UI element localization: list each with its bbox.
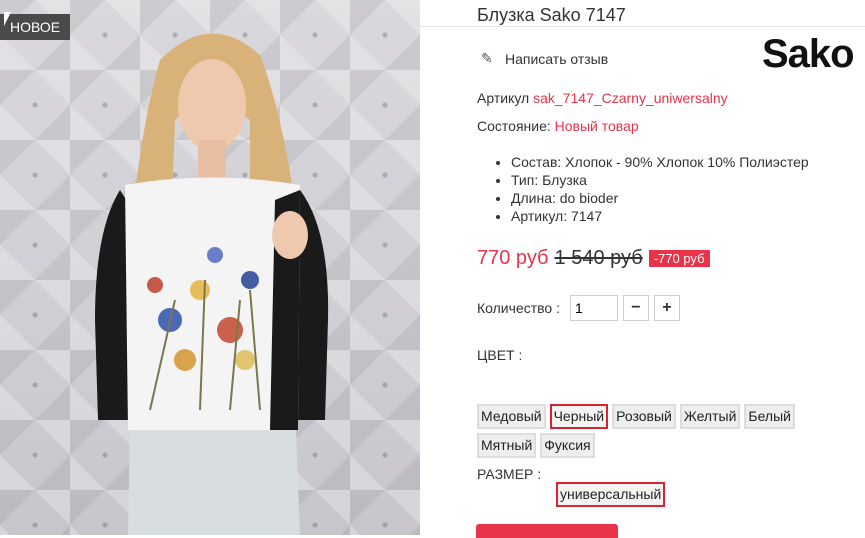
quantity-input[interactable]: [569, 295, 618, 321]
article-value: sak_7147_Czarny_uniwersalny: [533, 90, 728, 106]
color-option-medovyi[interactable]: Медовый: [477, 404, 546, 429]
write-review-link[interactable]: ✎ Написать отзыв: [481, 50, 608, 67]
model-illustration: [95, 33, 329, 535]
pencil-icon: ✎: [481, 50, 493, 66]
mouse-cursor-icon: [4, 12, 11, 26]
color-label: ЦВЕТ :: [477, 347, 523, 363]
spec-item: Артикул: 7147: [511, 207, 809, 225]
condition-value: Новый товар: [554, 118, 639, 134]
minus-icon: −: [631, 299, 641, 316]
quantity-minus-button[interactable]: −: [622, 295, 649, 321]
product-photo[interactable]: НОВОЕ: [0, 0, 420, 535]
article-row: Артикул sak_7147_Czarny_uniwersalny: [477, 90, 728, 106]
add-to-cart-button[interactable]: [476, 524, 618, 538]
color-option-fuksiya[interactable]: Фуксия: [540, 433, 595, 458]
article-label: Артикул: [477, 90, 530, 106]
discount-badge: -770 руб: [648, 250, 710, 267]
quantity-plus-button[interactable]: +: [653, 295, 680, 321]
condition-row: Состояние: Новый товар: [477, 118, 639, 134]
product-title: Блузка Sako 7147: [477, 5, 626, 25]
color-option-belyi[interactable]: Белый: [744, 404, 795, 429]
plus-icon: +: [662, 299, 672, 316]
color-option-chernyi[interactable]: Черный: [549, 404, 609, 429]
size-label: РАЗМЕР :: [477, 466, 542, 482]
title-divider: [420, 26, 865, 27]
current-price: 770 руб: [477, 247, 549, 269]
color-options: Медовый Черный Розовый Желтый Белый Мятн…: [477, 404, 857, 458]
old-price: 1 540 руб: [554, 247, 643, 269]
spec-item: Состав: Хлопок - 90% Хлопок 10% Полиэсте…: [511, 153, 809, 171]
brand-logo: Sako: [762, 32, 855, 76]
color-option-myatnyi[interactable]: Мятный: [477, 433, 537, 458]
color-option-zheltyi[interactable]: Желтый: [679, 404, 741, 429]
write-review-label: Написать отзыв: [505, 50, 609, 67]
spec-list: Состав: Хлопок - 90% Хлопок 10% Полиэсте…: [477, 153, 809, 225]
price-block: 770 руб 1 540 руб -770 руб: [477, 247, 710, 270]
quantity-row: Количество : − +: [477, 295, 680, 321]
color-option-rozovyi[interactable]: Розовый: [612, 404, 676, 429]
size-option-universal[interactable]: универсальный: [556, 482, 666, 507]
condition-label: Состояние:: [477, 118, 551, 134]
quantity-label: Количество :: [477, 300, 560, 316]
spec-item: Длина: do bioder: [511, 189, 809, 207]
spec-item: Тип: Блузка: [511, 171, 809, 189]
